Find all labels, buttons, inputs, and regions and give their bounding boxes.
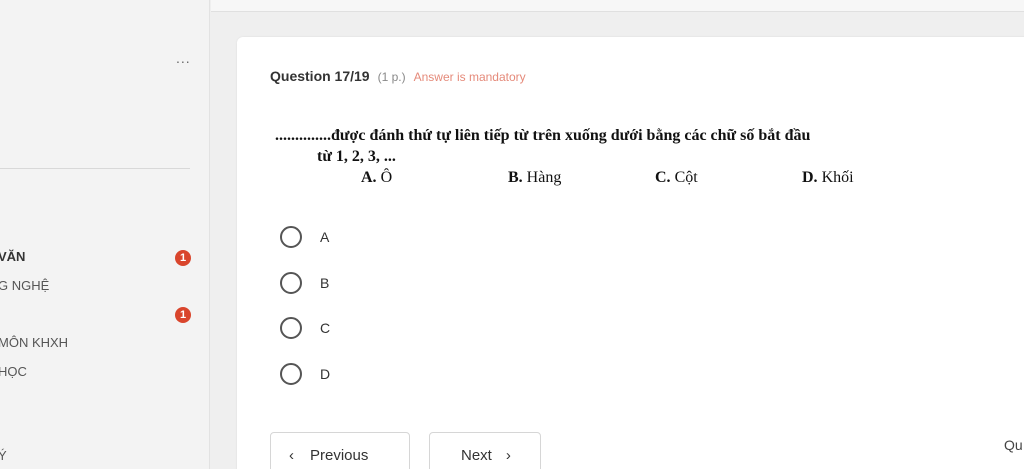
previous-button[interactable]: ‹ Previous [270, 432, 410, 469]
radio-a[interactable] [280, 226, 302, 248]
option-d-label: D [320, 366, 331, 382]
sidebar-badge-item: 1 [175, 307, 191, 323]
choice-d-letter: D. [802, 169, 818, 186]
sidebar-divider [0, 168, 190, 169]
option-b[interactable]: B [280, 272, 329, 294]
choice-b-letter: B. [508, 169, 523, 186]
radio-c[interactable] [280, 317, 302, 339]
sidebar-item-cong-nghe[interactable]: G NGHỆ [0, 278, 49, 293]
next-button[interactable]: Next › [429, 432, 541, 469]
question-text-line1: ..............được đánh thứ tự liên tiếp… [275, 127, 811, 144]
top-bar [211, 0, 1024, 12]
mandatory-note: Answer is mandatory [413, 70, 526, 84]
choice-d-text: Khối [821, 169, 854, 186]
choice-a-text: Ô [380, 169, 393, 186]
radio-d[interactable] [280, 363, 302, 385]
question-points: (1 p.) [377, 70, 406, 84]
question-card: Question 17/19 (1 p.) Answer is mandator… [237, 37, 1024, 469]
next-button-label: Next [461, 446, 492, 464]
sidebar-item-hoc[interactable]: HỌC [0, 364, 27, 379]
option-c-label: C [320, 320, 331, 336]
option-a-label: A [320, 229, 330, 245]
chevron-right-icon: › [505, 446, 511, 464]
sidebar: ... VĂN 1 G NGHỆ 1 MÔN KHXH HỌC Ý [0, 0, 210, 469]
chevron-left-icon: ‹ [289, 446, 294, 464]
choice-c-text: Cột [674, 169, 698, 186]
sidebar-item-van[interactable]: VĂN [0, 249, 25, 264]
previous-button-label: Previous [310, 446, 369, 464]
question-text-line2: từ 1, 2, 3, ... [317, 148, 396, 165]
choice-d: D. Khối [802, 167, 854, 188]
choice-a-letter: A. [361, 169, 377, 186]
option-d[interactable]: D [280, 363, 330, 385]
choice-a: A. Ô [361, 167, 392, 188]
radio-b[interactable] [280, 272, 302, 294]
sidebar-item-y[interactable]: Ý [0, 448, 7, 463]
option-a[interactable]: A [280, 226, 329, 248]
question-title: Question 17/19 [270, 68, 370, 84]
sidebar-badge-van: 1 [175, 250, 191, 266]
question-header: Question 17/19 (1 p.) Answer is mandator… [270, 68, 526, 84]
question-choices: A. Ô B. Hàng C. Cột D. Khối [275, 167, 955, 188]
choice-c-letter: C. [655, 169, 671, 186]
more-options-icon[interactable]: ... [176, 50, 191, 66]
choice-b: B. Hàng [508, 167, 561, 188]
choice-c: C. Cột [655, 167, 698, 188]
choice-b-text: Hàng [526, 169, 562, 186]
question-text: ..............được đánh thứ tự liên tiếp… [275, 125, 955, 188]
quiz-button-partial[interactable]: Qu [1004, 437, 1023, 453]
option-c[interactable]: C [280, 317, 330, 339]
sidebar-item-mon-khxh[interactable]: MÔN KHXH [0, 335, 68, 350]
option-b-label: B [320, 275, 330, 291]
